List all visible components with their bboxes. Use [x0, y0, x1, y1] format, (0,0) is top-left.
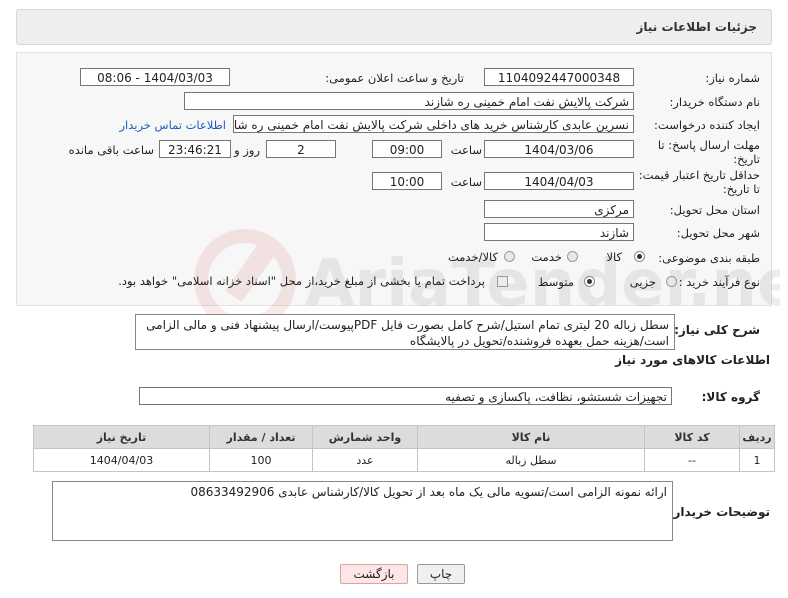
delivery-city-label: شهر محل تحویل:	[676, 226, 760, 240]
reply-deadline-date-field: 1404/03/06	[484, 140, 634, 158]
col-unit: واحد شمارش	[312, 425, 418, 449]
goods-table-header: ردیف کد کالا نام کالا واحد شمارش تعداد /…	[33, 425, 775, 449]
reply-deadline-time-label: ساعت	[450, 143, 482, 157]
reply-days-label: روز و	[234, 143, 260, 157]
buyer-org-label: نام دستگاه خریدار:	[669, 95, 760, 109]
cell-code: --	[644, 448, 740, 472]
buyer-contact-link[interactable]: اطلاعات تماس خریدار	[119, 118, 226, 132]
price-validity-date-field: 1404/04/03	[484, 172, 634, 190]
reply-deadline-time-field: 09:00	[372, 140, 442, 158]
buyer-org-field: شرکت پالایش نفت امام خمینی ره شازند	[184, 92, 634, 110]
category-goods-radio[interactable]	[634, 251, 645, 262]
price-validity-time-label: ساعت	[450, 175, 482, 189]
cell-qty: 100	[209, 448, 313, 472]
price-validity-label-2: تا تاریخ:	[722, 182, 760, 196]
price-validity-time-field: 10:00	[372, 172, 442, 190]
cell-unit: عدد	[312, 448, 418, 472]
announce-datetime-field: 1404/03/03 - 08:06	[80, 68, 230, 86]
goods-table: ردیف کد کالا نام کالا واحد شمارش تعداد /…	[33, 425, 775, 472]
col-qty: تعداد / مقدار	[209, 425, 313, 449]
description-label: شرح کلی نیاز:	[674, 323, 760, 337]
remaining-time-field: 23:46:21	[159, 140, 231, 158]
back-button[interactable]: بازگشت	[340, 564, 408, 584]
process-minor-radio[interactable]	[666, 276, 677, 287]
col-code: کد کالا	[644, 425, 740, 449]
process-medium-radio[interactable]	[584, 276, 595, 287]
process-minor-text: جزیی	[629, 275, 656, 289]
purchase-process-label: نوع فرآیند خرید :	[678, 275, 760, 289]
buyer-notes-label: توضیحات خریدار:	[668, 505, 770, 519]
delivery-province-label: استان محل تحویل:	[669, 203, 760, 217]
price-validity-label-1: حداقل تاریخ اعتبار قیمت:	[638, 168, 760, 182]
category-goods-text: کالا	[606, 250, 622, 264]
requester-label: ایجاد کننده درخواست:	[654, 118, 760, 132]
treasury-docs-checkbox[interactable]	[497, 276, 508, 287]
announce-datetime-label: تاریخ و ساعت اعلان عمومی:	[325, 71, 464, 85]
delivery-province-field: مرکزی	[484, 200, 634, 218]
process-medium-text: متوسط	[537, 275, 574, 289]
need-number-field: 1104092447000348	[484, 68, 634, 86]
requester-field: نسرین عابدی کارشناس خرید های داخلی شرکت …	[233, 115, 634, 133]
category-goods-service-text: کالا/خدمت	[447, 250, 498, 264]
reply-deadline-label-1: مهلت ارسال پاسخ: تا	[657, 138, 760, 152]
description-text: سطل زباله 20 لیتری تمام استیل/شرح کامل ب…	[135, 314, 675, 350]
page-title: جزئیات اطلاعات نیاز	[636, 20, 757, 34]
category-service-radio[interactable]	[567, 251, 578, 262]
cell-date: 1404/04/03	[33, 448, 210, 472]
col-date: تاریخ نیاز	[33, 425, 210, 449]
page-header: جزئیات اطلاعات نیاز	[16, 9, 772, 45]
goods-group-field: تجهیزات شستشو، نظافت، پاکسازی و تصفیه	[139, 387, 672, 405]
subject-category-label: طبقه بندی موضوعی:	[658, 251, 760, 265]
delivery-city-field: شازند	[484, 223, 634, 241]
col-row: ردیف	[739, 425, 775, 449]
category-goods-service-radio[interactable]	[504, 251, 515, 262]
table-row: 1 -- سطل زباله عدد 100 1404/04/03	[33, 448, 775, 472]
category-service-text: خدمت	[531, 250, 562, 264]
goods-group-label: گروه کالا:	[701, 390, 760, 404]
reply-days-field: 2	[266, 140, 336, 158]
cell-name: سطل زباله	[417, 448, 645, 472]
print-button[interactable]: چاپ	[417, 564, 465, 584]
reply-deadline-label-2: تاریخ:	[733, 152, 760, 166]
goods-section-title: اطلاعات کالاهای مورد نیاز	[615, 353, 770, 367]
col-name: نام کالا	[417, 425, 645, 449]
remaining-time-label: ساعت باقی مانده	[68, 143, 154, 157]
buyer-notes-text: ارائه نمونه الزامی است/تسویه مالی یک ماه…	[52, 481, 673, 541]
need-number-label: شماره نیاز:	[705, 71, 760, 85]
cell-row: 1	[739, 448, 775, 472]
treasury-docs-note: پرداخت تمام یا بخشی از مبلغ خرید،از محل …	[118, 274, 485, 288]
